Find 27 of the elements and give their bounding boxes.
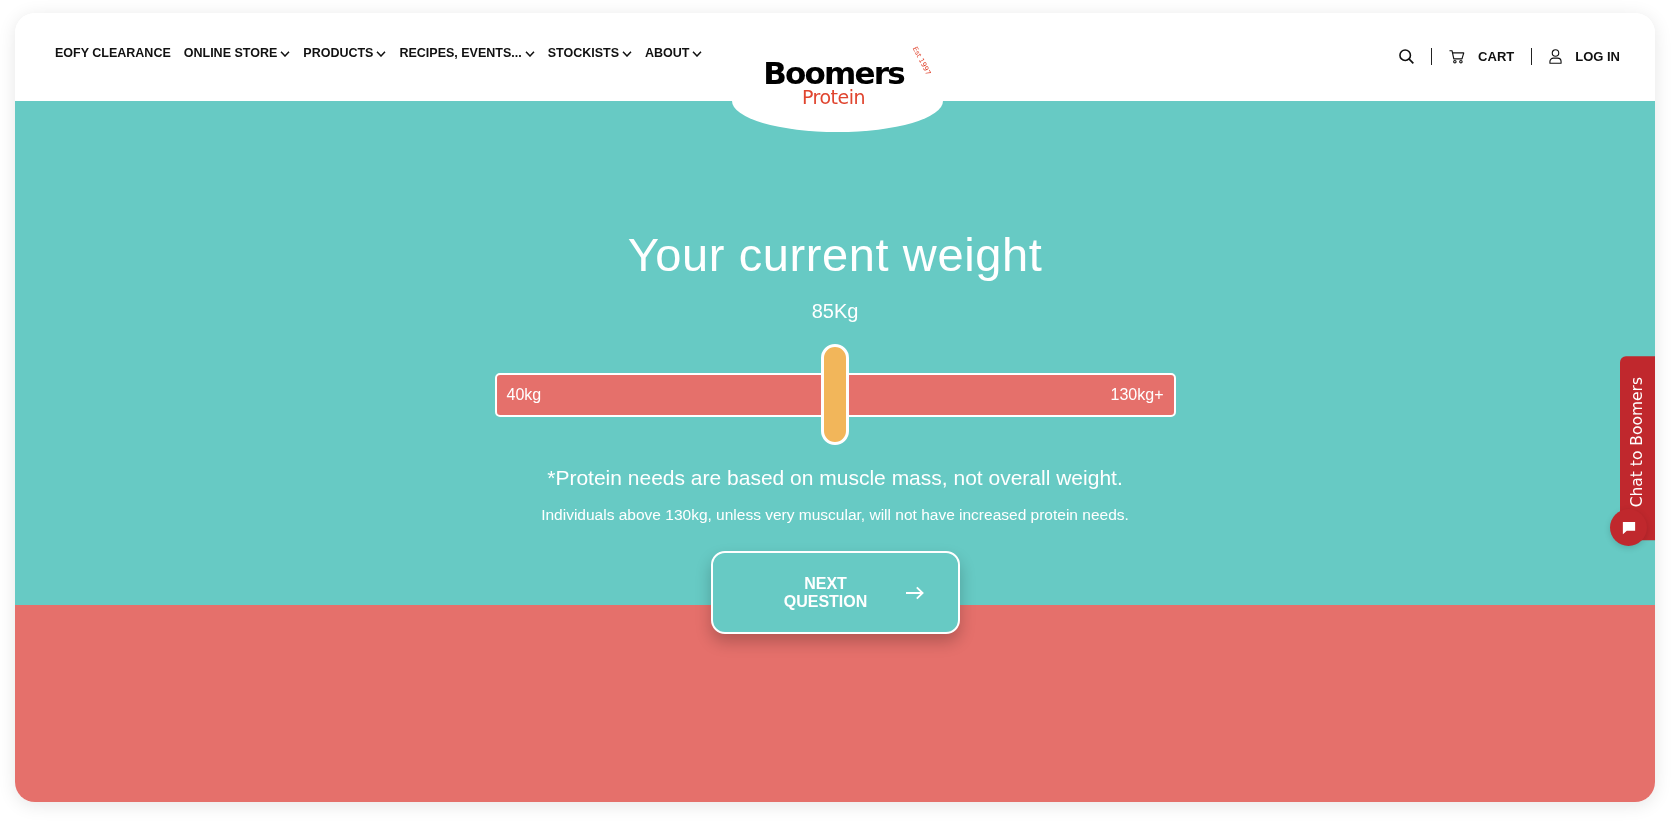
caret-icon xyxy=(692,51,703,57)
chat-bubble-icon xyxy=(1621,520,1636,535)
login-link[interactable]: LOG IN xyxy=(1549,48,1620,64)
slider-thumb[interactable] xyxy=(821,344,849,445)
cart-icon xyxy=(1449,48,1466,64)
nav-menu-item[interactable]: PRODUCTS xyxy=(303,46,387,60)
nav-menu-item[interactable]: ONLINE STORE xyxy=(183,46,291,60)
caret-icon xyxy=(280,51,291,57)
slider-max-label: 130kg+ xyxy=(1110,384,1164,405)
nav-menu-item[interactable]: RECIPES, EVENTS... xyxy=(399,46,535,60)
user-icon xyxy=(1549,48,1563,64)
search-icon[interactable] xyxy=(1399,48,1415,64)
caret-icon xyxy=(376,51,387,57)
protein-subnote: Individuals above 130kg, unless very muscular, will not have increased protein needs. xyxy=(541,505,1129,525)
weight-reading: 85Kg xyxy=(811,299,859,323)
question-title: Your current weight xyxy=(627,227,1043,283)
nav-menu-item[interactable]: STOCKISTS xyxy=(547,46,633,60)
caret-icon xyxy=(622,51,633,57)
cart-link[interactable]: CART xyxy=(1449,48,1515,64)
protein-note: *Protein needs are based on muscle mass, not overall weight. xyxy=(547,465,1123,491)
logo-tagline: Protein xyxy=(801,87,866,107)
nav-link[interactable]: EOFY CLEARANCE xyxy=(55,46,171,60)
caret-icon xyxy=(524,51,535,57)
nav-menu-item[interactable]: ABOUT xyxy=(645,46,703,60)
arrow-right-icon xyxy=(905,585,924,600)
slider-min-label: 40kg xyxy=(506,384,542,405)
logo-wordmark[interactable]: Boomers xyxy=(763,58,904,89)
